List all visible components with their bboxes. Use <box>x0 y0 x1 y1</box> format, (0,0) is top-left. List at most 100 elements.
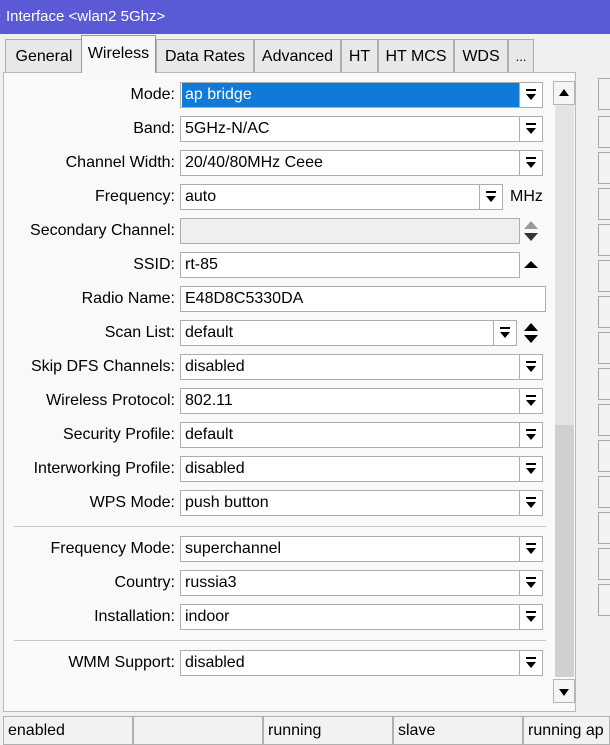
status-slave: slave <box>393 716 523 745</box>
wmm-support-row: WMM Support: disabled <box>4 649 564 677</box>
dropdown-arrow-icon <box>526 543 536 554</box>
ssid-row: SSID: rt-85 <box>4 251 564 279</box>
side-button[interactable] <box>598 476 610 508</box>
band-dropdown-button[interactable] <box>519 116 543 142</box>
frequency-mode-row: Frequency Mode: superchannel <box>4 535 564 563</box>
side-button[interactable] <box>598 116 610 148</box>
tab-data-rates[interactable]: Data Rates <box>156 39 254 72</box>
frequency-select[interactable]: auto <box>180 184 480 210</box>
band-label: Band: <box>133 120 175 137</box>
tab-advanced[interactable]: Advanced <box>254 39 341 72</box>
radio-name-label: Radio Name: <box>81 290 175 307</box>
status-enabled: enabled <box>3 716 133 745</box>
mode-select[interactable]: ap bridge <box>180 82 520 108</box>
radio-name-input[interactable]: E48D8C5330DA <box>180 286 546 312</box>
down-arrow-icon <box>559 689 569 696</box>
collapse-arrow-icon[interactable] <box>521 252 541 278</box>
side-button[interactable] <box>598 224 610 256</box>
side-button[interactable] <box>598 260 610 292</box>
frequency-mode-label: Frequency Mode: <box>50 540 175 557</box>
expand-collapse-icon[interactable] <box>521 218 541 244</box>
channel-width-select[interactable]: 20/40/80MHz Ceee <box>180 150 520 176</box>
band-row: Band: 5GHz-N/AC <box>4 115 564 143</box>
skip-dfs-dropdown-button[interactable] <box>519 354 543 380</box>
ssid-label: SSID: <box>133 256 175 273</box>
channel-width-dropdown-button[interactable] <box>519 150 543 176</box>
tab-ht-mcs[interactable]: HT MCS <box>378 39 454 72</box>
side-button[interactable] <box>598 368 610 400</box>
window-title: Interface <wlan2 5Ghz> <box>0 0 610 34</box>
side-button[interactable] <box>598 188 610 220</box>
installation-select[interactable]: indoor <box>180 604 520 630</box>
status-empty <box>133 716 263 745</box>
vertical-scrollbar[interactable] <box>553 81 576 703</box>
country-select[interactable]: russia3 <box>180 570 520 596</box>
dropdown-arrow-icon <box>486 191 496 202</box>
wmm-support-dropdown-button[interactable] <box>519 650 543 676</box>
tab-ht[interactable]: HT <box>341 39 378 72</box>
secondary-channel-row: Secondary Channel: <box>4 217 564 245</box>
wps-mode-label: WPS Mode: <box>89 494 175 511</box>
country-label: Country: <box>114 574 175 591</box>
dropdown-arrow-icon <box>526 361 536 372</box>
security-profile-select[interactable]: default <box>180 422 520 448</box>
side-button[interactable] <box>598 296 610 328</box>
dropdown-arrow-icon <box>526 657 536 668</box>
dropdown-arrow-icon <box>526 463 536 474</box>
wmm-support-select[interactable]: disabled <box>180 650 520 676</box>
wps-mode-dropdown-button[interactable] <box>519 490 543 516</box>
wireless-protocol-dropdown-button[interactable] <box>519 388 543 414</box>
scroll-up-button[interactable] <box>553 81 575 105</box>
frequency-mode-dropdown-button[interactable] <box>519 536 543 562</box>
scroll-down-button[interactable] <box>553 679 575 703</box>
dropdown-arrow-icon <box>526 89 536 100</box>
scan-list-select[interactable]: default <box>180 320 494 346</box>
tab-wireless[interactable]: Wireless <box>81 35 156 73</box>
frequency-dropdown-button[interactable] <box>479 184 503 210</box>
scan-list-dropdown-button[interactable] <box>493 320 517 346</box>
scan-list-row: Scan List: default <box>4 319 564 347</box>
security-profile-label: Security Profile: <box>62 426 175 443</box>
security-profile-row: Security Profile: default <box>4 421 564 449</box>
interworking-profile-dropdown-button[interactable] <box>519 456 543 482</box>
dropdown-arrow-icon <box>526 123 536 134</box>
scroll-track[interactable] <box>555 105 574 425</box>
wps-mode-row: WPS Mode: push button <box>4 489 564 517</box>
add-remove-icon[interactable] <box>521 320 541 346</box>
tab-more[interactable]: ... <box>508 39 534 72</box>
skip-dfs-row: Skip DFS Channels: disabled <box>4 353 564 381</box>
wireless-protocol-select[interactable]: 802.11 <box>180 388 520 414</box>
dropdown-arrow-icon <box>500 327 510 338</box>
secondary-channel-label: Secondary Channel: <box>30 222 175 239</box>
security-profile-dropdown-button[interactable] <box>519 422 543 448</box>
dropdown-arrow-icon <box>526 429 536 440</box>
installation-dropdown-button[interactable] <box>519 604 543 630</box>
mode-row: Mode: ap bridge <box>4 81 564 109</box>
up-arrow-icon <box>559 89 569 96</box>
frequency-mode-select[interactable]: superchannel <box>180 536 520 562</box>
tab-general[interactable]: General <box>5 39 83 72</box>
side-button[interactable] <box>598 332 610 364</box>
ssid-input[interactable]: rt-85 <box>180 252 520 278</box>
frequency-row: Frequency: auto MHz <box>4 183 564 211</box>
interworking-profile-select[interactable]: disabled <box>180 456 520 482</box>
side-button[interactable] <box>598 512 610 544</box>
tab-wds[interactable]: WDS <box>454 39 508 72</box>
secondary-channel-field <box>180 218 520 244</box>
side-button[interactable] <box>598 78 610 110</box>
side-button[interactable] <box>598 548 610 580</box>
installation-row: Installation: indoor <box>4 603 564 631</box>
country-dropdown-button[interactable] <box>519 570 543 596</box>
skip-dfs-select[interactable]: disabled <box>180 354 520 380</box>
dropdown-arrow-icon <box>526 497 536 508</box>
wps-mode-select[interactable]: push button <box>180 490 520 516</box>
side-button[interactable] <box>598 440 610 472</box>
side-button[interactable] <box>598 404 610 436</box>
side-button[interactable] <box>598 584 610 616</box>
side-button[interactable] <box>598 152 610 184</box>
mode-dropdown-button[interactable] <box>519 82 543 108</box>
dropdown-arrow-icon <box>526 395 536 406</box>
band-select[interactable]: 5GHz-N/AC <box>180 116 520 142</box>
frequency-unit: MHz <box>510 188 543 205</box>
scroll-thumb[interactable] <box>555 425 574 677</box>
